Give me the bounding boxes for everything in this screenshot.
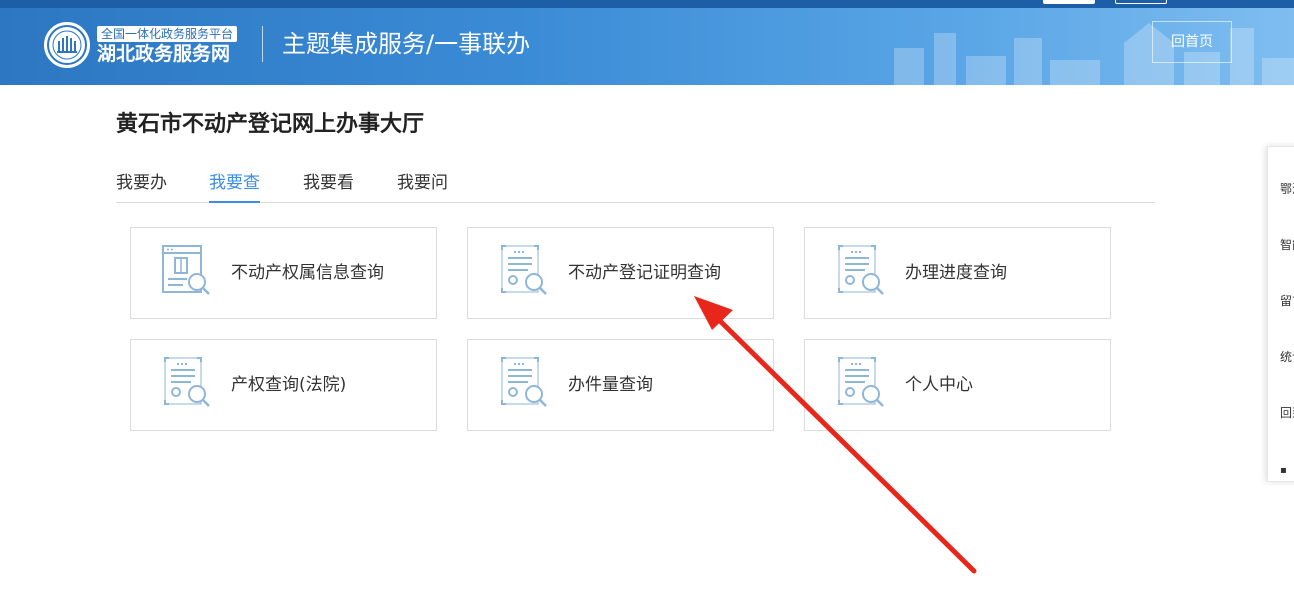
certificate-search-icon (164, 357, 210, 407)
card-progress-query[interactable]: 办理进度查询 (804, 227, 1111, 319)
float-item-back-top[interactable]: 回到 (1280, 405, 1294, 421)
certificate-search-icon (501, 357, 547, 407)
float-item-app[interactable]: 鄂汇 (1280, 181, 1294, 197)
site-header: 全国一体化政务服务平台 湖北政务服务网 主题集成服务/一事联办 回首页 (0, 0, 1294, 85)
floating-sidebar: 鄂汇 智能 留言 统计 回到 ▪ (1267, 146, 1294, 482)
top-bar-button[interactable] (1115, 0, 1167, 4)
top-utility-bar (0, 0, 1294, 8)
card-personal-center[interactable]: 个人中心 (804, 339, 1111, 431)
property-info-search-icon (162, 245, 210, 295)
tab-view[interactable]: 我要看 (303, 170, 354, 203)
card-court-property-query[interactable]: 产权查询(法院) (130, 339, 437, 431)
card-label: 办理进度查询 (905, 263, 1007, 283)
home-button[interactable]: 回首页 (1152, 21, 1232, 63)
header-divider (262, 26, 263, 62)
float-item-more[interactable]: ▪ (1280, 463, 1287, 479)
tab-query[interactable]: 我要查 (209, 170, 260, 203)
card-label: 个人中心 (905, 375, 973, 395)
certificate-search-icon (501, 245, 547, 295)
platform-tagline: 全国一体化政务服务平台 (97, 26, 238, 42)
card-label: 产权查询(法院) (231, 375, 347, 395)
top-bar-button[interactable] (1043, 0, 1095, 4)
site-logo-text[interactable]: 湖北政务服务网 (97, 42, 230, 66)
float-item-message[interactable]: 留言 (1280, 293, 1294, 309)
card-case-volume-query[interactable]: 办件量查询 (467, 339, 774, 431)
card-label: 不动产登记证明查询 (568, 263, 721, 283)
float-item-stats[interactable]: 统计 (1280, 349, 1294, 365)
page-title: 黄石市不动产登记网上办事大厅 (116, 112, 425, 137)
card-label: 不动产权属信息查询 (231, 263, 384, 283)
tab-ask[interactable]: 我要问 (397, 170, 448, 203)
card-certificate-query[interactable]: 不动产登记证明查询 (467, 227, 774, 319)
tab-handle[interactable]: 我要办 (116, 170, 167, 203)
float-item-smart[interactable]: 智能 (1280, 237, 1294, 253)
certificate-search-icon (838, 357, 884, 407)
hubei-emblem-icon[interactable] (44, 22, 90, 68)
certificate-search-icon (838, 245, 884, 295)
card-property-info-query[interactable]: 不动产权属信息查询 (130, 227, 437, 319)
card-label: 办件量查询 (568, 375, 653, 395)
header-title: 主题集成服务/一事联办 (282, 30, 531, 58)
tab-bar: 我要办 我要查 我要看 我要问 (116, 170, 1155, 203)
